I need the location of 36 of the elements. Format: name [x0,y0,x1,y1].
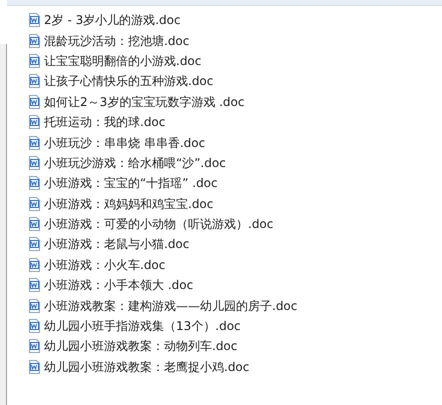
word-document-icon [27,237,41,252]
file-name[interactable]: 让孩子心情快乐的五种游戏.doc [44,74,214,88]
file-name[interactable]: 小班游戏：可爱的小动物（听说游戏）.doc [44,217,274,232]
word-document-icon [27,176,41,190]
file-name[interactable]: 小班游戏：鸡妈妈和鸡宝宝.doc [44,196,214,211]
file-name[interactable]: 小班玩沙游戏：给水桶喂“沙”.doc [44,156,226,170]
file-name[interactable]: 托班运动：我的球.doc [44,115,166,130]
word-document-icon [27,136,41,150]
word-document-icon [27,13,41,28]
word-document-icon [27,115,41,130]
word-document-icon [27,196,41,211]
file-name[interactable]: 小班游戏教案：建构游戏——幼儿园的房子.doc [44,298,298,313]
word-document-icon [27,360,41,374]
word-document-icon [27,339,41,354]
word-document-icon [27,258,41,272]
file-name[interactable]: 小班游戏：老鼠与小猫.doc [44,237,190,252]
word-document-icon [27,156,41,170]
file-name[interactable]: 小班游戏：小手本领大 .doc [44,278,194,292]
file-name[interactable]: 让宝宝聪明翻倍的小游戏.doc [44,54,202,68]
file-name[interactable]: 幼儿园小班游戏教案：动物列车.doc [44,339,238,354]
file-name[interactable]: 幼儿园小班游戏教案：老鹰捉小鸡.doc [44,360,250,374]
word-document-icon [27,94,41,109]
word-document-icon [27,54,41,68]
word-document-icon [27,298,41,313]
file-name[interactable]: 如何让2～3岁的宝宝玩数字游戏 .doc [44,94,244,109]
word-document-icon [27,319,41,334]
word-document-icon [27,217,41,232]
word-document-icon [27,34,41,48]
word-document-icon [27,74,41,88]
file-name[interactable]: 小班玩沙：串串烧 串串香.doc [44,136,206,150]
file-name[interactable]: 小班游戏：宝宝的“十指瑶” .doc [44,176,218,190]
file-name[interactable]: 2岁 - 3岁小儿的游戏.doc [44,13,181,28]
file-name[interactable]: 小班游戏：小火车.doc [44,258,166,272]
word-document-icon [27,278,41,292]
file-name[interactable]: 幼儿园小班手指游戏集（13个）.doc [44,319,241,334]
file-name[interactable]: 混龄玩沙活动：挖池塘.doc [44,34,190,48]
